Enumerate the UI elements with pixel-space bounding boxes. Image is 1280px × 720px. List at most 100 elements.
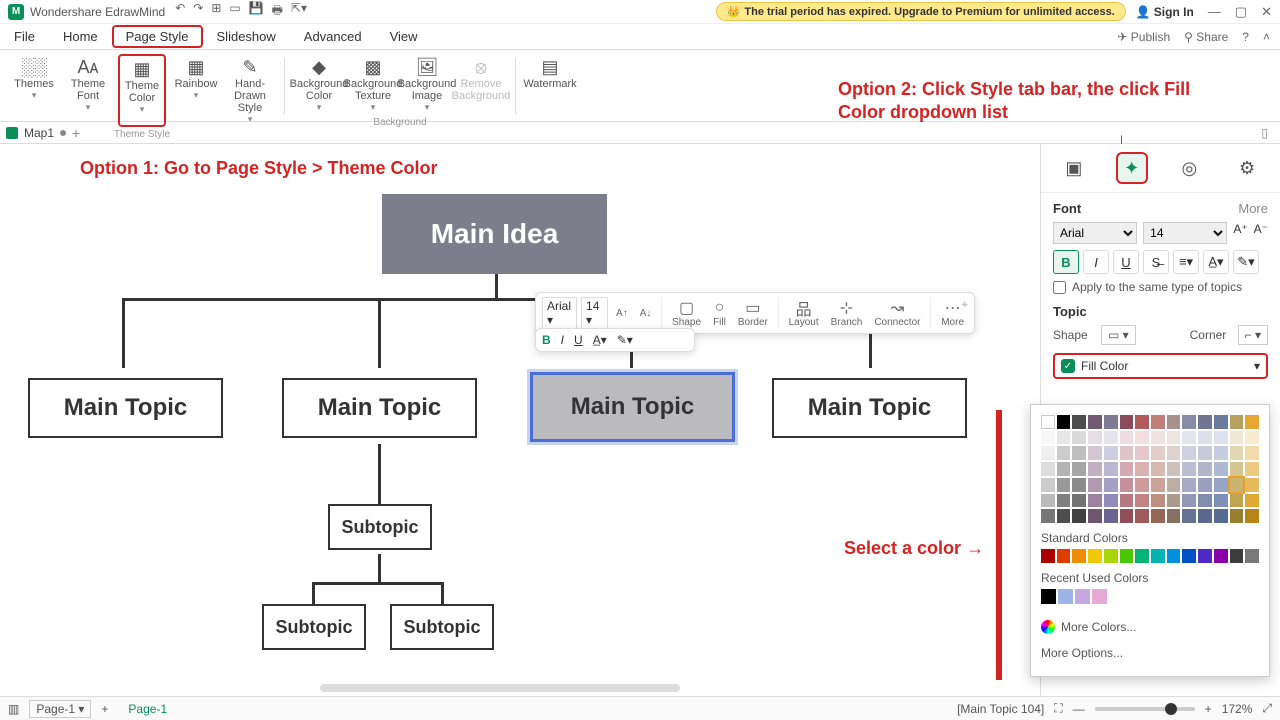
color-swatch[interactable] [1198,415,1212,429]
color-swatch[interactable] [1088,478,1102,492]
font-color-button[interactable]: A̲▾ [1203,250,1229,274]
color-swatch[interactable] [1088,494,1102,508]
color-swatch[interactable] [1041,462,1055,476]
color-swatch[interactable] [1057,462,1071,476]
node-main-topic-4[interactable]: Main Topic [772,378,967,438]
undo-icon[interactable]: ↶ [175,1,185,22]
color-swatch[interactable] [1120,549,1134,563]
color-swatch[interactable] [1182,494,1196,508]
color-swatch[interactable] [1151,462,1165,476]
corner-select[interactable]: ⌐ ▾ [1238,325,1268,345]
color-swatch[interactable] [1151,549,1165,563]
color-swatch[interactable] [1245,478,1259,492]
float-shape-button[interactable]: ▢Shape [668,299,705,328]
h-scrollbar[interactable] [320,684,680,692]
underline-button[interactable]: U [1113,250,1139,274]
color-swatch[interactable] [1057,549,1071,563]
inc-font-icon[interactable]: A⁺ [1233,222,1247,244]
menu-slideshow[interactable]: Slideshow [203,25,290,48]
color-swatch[interactable] [1057,509,1071,523]
node-main-topic-3-selected[interactable]: Main Topic [530,372,735,442]
color-swatch[interactable] [1230,462,1244,476]
color-swatch[interactable] [1151,494,1165,508]
color-swatch[interactable] [1135,431,1149,445]
color-swatch[interactable] [1104,494,1118,508]
color-swatch[interactable] [1214,446,1228,460]
export-icon[interactable]: ⇱▾ [291,1,307,22]
trial-banner[interactable]: 👑The trial period has expired. Upgrade t… [716,2,1126,21]
zoom-out-button[interactable]: — [1073,702,1085,716]
color-swatch[interactable] [1072,431,1086,445]
open-icon[interactable]: ▭ [229,1,240,22]
strike-button[interactable]: S̶ [1143,250,1169,274]
collapse-ribbon-icon[interactable]: ˄ [1263,30,1270,44]
color-swatch[interactable] [1120,509,1134,523]
color-swatch[interactable] [1135,509,1149,523]
color-swatch[interactable] [1245,415,1259,429]
help-icon[interactable]: ? [1242,30,1249,44]
color-swatch[interactable] [1182,446,1196,460]
color-swatch[interactable] [1214,415,1228,429]
menu-home[interactable]: Home [49,25,112,48]
color-swatch[interactable] [1104,462,1118,476]
color-swatch[interactable] [1214,494,1228,508]
float-bold-icon[interactable]: B [542,333,551,347]
color-swatch[interactable] [1041,549,1055,563]
font-size-select[interactable]: 14 [1143,222,1227,244]
canvas[interactable]: Option 1: Go to Page Style > Theme Color… [0,144,1040,696]
node-subtopic-2[interactable]: Subtopic [262,604,366,650]
color-swatch[interactable] [1088,415,1102,429]
node-subtopic-3[interactable]: Subtopic [390,604,494,650]
color-swatch[interactable] [1088,446,1102,460]
color-swatch[interactable] [1120,446,1134,460]
color-swatch[interactable] [1041,478,1055,492]
more-colors-button[interactable]: More Colors... [1041,614,1259,640]
share-button[interactable]: ⚲ Share [1184,30,1228,44]
signin-button[interactable]: 👤Sign In [1136,5,1194,19]
color-swatch[interactable] [1120,478,1134,492]
bg-color-button[interactable]: ◆Background Color▾ [295,54,343,115]
panel-font-more[interactable]: More [1238,201,1268,216]
color-swatch[interactable] [1072,549,1086,563]
color-swatch[interactable] [1058,589,1073,604]
color-swatch[interactable] [1135,446,1149,460]
node-main-topic-1[interactable]: Main Topic [28,378,223,438]
color-swatch[interactable] [1182,415,1196,429]
node-main-topic-2[interactable]: Main Topic [282,378,477,438]
color-swatch[interactable] [1088,549,1102,563]
page-select[interactable]: Page-1 ▾ [29,700,91,718]
float-fill-button[interactable]: ○Fill [709,299,730,328]
float-dec-font-icon[interactable]: A↓ [636,308,656,319]
redo-icon[interactable]: ↷ [193,1,203,22]
color-swatch[interactable] [1041,509,1055,523]
theme-color-button[interactable]: ▦Theme Color▾ [118,54,166,127]
color-swatch[interactable] [1182,509,1196,523]
node-main-idea[interactable]: Main Idea [382,194,607,274]
color-swatch[interactable] [1072,462,1086,476]
color-swatch[interactable] [1135,549,1149,563]
apply-same-checkbox[interactable] [1053,281,1066,294]
bold-button[interactable]: B [1053,250,1079,274]
dec-font-icon[interactable]: A⁻ [1254,222,1268,244]
float-size-select[interactable]: 14 ▾ [581,297,608,329]
float-highlight-icon[interactable]: ✎▾ [617,333,633,347]
page-tab[interactable]: Page-1 [118,702,177,716]
fit-icon[interactable]: ⛶ [1054,701,1062,716]
float-inc-font-icon[interactable]: A↑ [612,308,632,319]
panel-tab-style[interactable]: ✦ [1116,152,1148,184]
color-swatch[interactable] [1230,431,1244,445]
color-swatch[interactable] [1075,589,1090,604]
color-swatch[interactable] [1245,549,1259,563]
float-pin-icon[interactable]: ⌖ [961,297,968,312]
color-swatch[interactable] [1167,462,1181,476]
float-italic-icon[interactable]: I [561,333,564,347]
color-swatch[interactable] [1230,478,1244,492]
color-swatch[interactable] [1041,494,1055,508]
color-swatch[interactable] [1245,446,1259,460]
bg-texture-button[interactable]: ▩Background Texture▾ [349,54,397,115]
color-swatch[interactable] [1182,549,1196,563]
color-swatch[interactable] [1198,462,1212,476]
color-swatch[interactable] [1104,478,1118,492]
color-swatch[interactable] [1245,462,1259,476]
color-swatch[interactable] [1182,462,1196,476]
